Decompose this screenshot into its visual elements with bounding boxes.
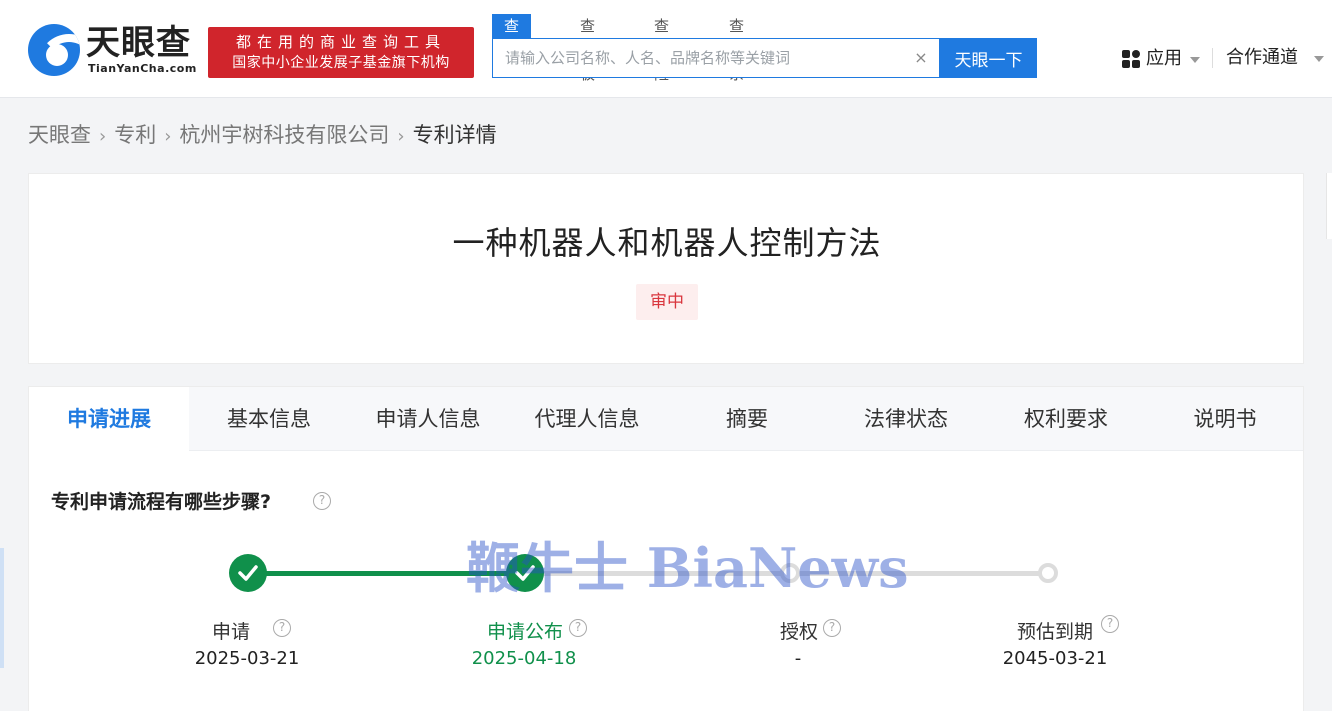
search-tab-relation[interactable]: 查关系 — [729, 14, 744, 83]
chevron-right-icon: › — [164, 126, 172, 147]
side-panel-edge — [1326, 173, 1332, 239]
tab-progress[interactable]: 申请进展 — [29, 387, 189, 452]
banner-slogan: 都在用的商业查询工具 — [235, 33, 446, 51]
search-tab-company[interactable]: 查公司 — [492, 14, 532, 83]
step-label-expiry: 预估到期 — [955, 617, 1155, 644]
step-label-text: 申请 — [211, 621, 250, 643]
cooperation-label: 合作通道 — [1226, 47, 1298, 68]
tab-basic-info[interactable]: 基本信息 — [189, 387, 349, 451]
step-date-grant: - — [794, 648, 802, 669]
breadcrumb-current: 专利详情 — [412, 123, 497, 147]
breadcrumb: 天眼查 › 专利 › 杭州宇树科技有限公司 › 专利详情 — [28, 120, 497, 150]
tab-description[interactable]: 说明书 — [1145, 387, 1305, 451]
tianyancha-logo[interactable]: 天眼查 TianYanCha.com — [28, 24, 198, 78]
chevron-right-icon: › — [99, 126, 107, 147]
chevron-right-icon: › — [397, 126, 405, 147]
tab-legal-status[interactable]: 法律状态 — [826, 387, 986, 451]
left-floating-tab — [0, 548, 4, 668]
step-pending-dot-icon — [1038, 563, 1058, 583]
breadcrumb-company[interactable]: 杭州宇树科技有限公司 — [179, 123, 389, 147]
search-box: × — [492, 38, 940, 78]
chevron-down-icon — [1190, 57, 1200, 63]
top-header: 天眼查 TianYanCha.com 都在用的商业查询工具 国家中小企业发展子基… — [0, 0, 1332, 98]
status-badge: 审中 — [636, 284, 698, 320]
tab-applicant[interactable]: 申请人信息 — [348, 387, 508, 451]
search-input[interactable] — [493, 39, 903, 77]
search-button[interactable]: 天眼一下 — [940, 38, 1037, 78]
progress-question: 专利申请流程有哪些步骤? — [51, 487, 271, 514]
help-icon[interactable]: ? — [1101, 615, 1119, 633]
step-date-publish: 2025-04-18 — [471, 648, 577, 669]
clear-icon[interactable]: × — [911, 48, 931, 68]
apps-grid-icon — [1122, 50, 1140, 68]
step-label-grant: 授权 — [699, 617, 899, 644]
bianews-watermark: 鞭牛士 BiaNews — [466, 536, 909, 600]
logo-domain: TianYanCha.com — [88, 62, 197, 75]
detail-tabs: 申请进展 基本信息 申请人信息 代理人信息 摘要 法律状态 权利要求 说明书 — [29, 387, 1305, 452]
help-icon[interactable]: ? — [823, 619, 841, 637]
search-tab-risk[interactable]: 查风险 — [654, 14, 669, 83]
logo-eye-icon — [28, 24, 80, 76]
step-label-apply: 申请 — [131, 617, 331, 644]
step-date-apply: 2025-03-21 — [194, 648, 300, 669]
tab-claims[interactable]: 权利要求 — [986, 387, 1146, 451]
step-label-publish: 申请公布 — [425, 617, 625, 644]
help-icon[interactable]: ? — [273, 619, 291, 637]
logo-text: 天眼查 — [86, 23, 191, 63]
step-date-expiry: 2045-03-21 — [1002, 648, 1108, 669]
cooperation-menu[interactable]: 合作通道 — [1226, 44, 1324, 72]
breadcrumb-patent[interactable]: 专利 — [114, 123, 156, 147]
help-icon[interactable]: ? — [313, 492, 331, 510]
step-done-check-icon — [229, 554, 267, 592]
banner-subtitle: 国家中小企业发展子基金旗下机构 — [232, 55, 450, 71]
search-tab-boss[interactable]: 查老板 — [580, 14, 595, 83]
patent-header-card: 一种机器人和机器人控制方法 审中 — [28, 173, 1304, 364]
divider — [1212, 48, 1213, 68]
step-label-text: 申请公布 — [486, 621, 563, 643]
step-label-text: 预估到期 — [1016, 621, 1093, 643]
apps-label: 应用 — [1146, 48, 1182, 69]
step-label-text: 授权 — [779, 621, 818, 643]
tab-abstract[interactable]: 摘要 — [667, 387, 827, 451]
breadcrumb-home[interactable]: 天眼查 — [28, 123, 91, 147]
tab-agent[interactable]: 代理人信息 — [507, 387, 667, 451]
help-icon[interactable]: ? — [569, 619, 587, 637]
chevron-down-icon — [1314, 56, 1324, 62]
progress-question-text: 专利申请流程有哪些步骤? — [51, 491, 272, 513]
promo-banner[interactable]: 都在用的商业查询工具 国家中小企业发展子基金旗下机构 — [208, 27, 474, 78]
page-title: 一种机器人和机器人控制方法 — [452, 224, 882, 262]
